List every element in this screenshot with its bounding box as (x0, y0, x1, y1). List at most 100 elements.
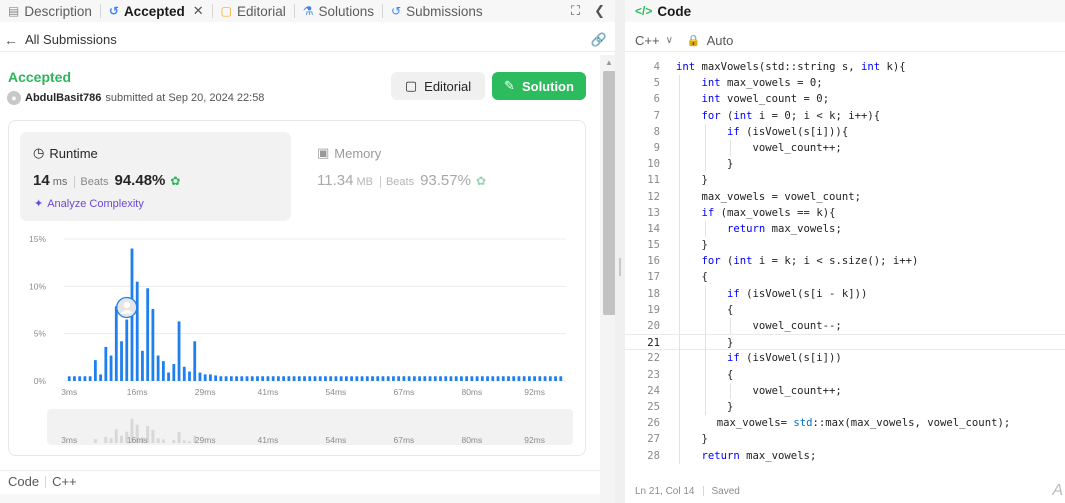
code-line[interactable]: 15} (625, 237, 1065, 254)
all-submissions-link[interactable]: All Submissions (25, 32, 117, 47)
editorial-button[interactable]: ▢ Editorial (391, 72, 485, 100)
overview-bar (177, 432, 181, 443)
editor-status-bar: Ln 21, Col 14 Saved A (625, 481, 1065, 501)
font-size-icon[interactable]: A (1052, 482, 1063, 500)
clock-icon: ◷ (33, 145, 45, 160)
code-line[interactable]: 18 if (isVowel(s[i - k])) (625, 285, 1065, 302)
link-icon[interactable]: 🔗 (591, 32, 607, 48)
code-line[interactable]: 21} (625, 334, 1065, 352)
language-select[interactable]: C++ (635, 33, 660, 48)
histogram-bar (465, 376, 469, 381)
arrow-left-icon[interactable]: ← (4, 32, 18, 48)
histogram-bar (229, 376, 233, 381)
sparkle-icon: ✦ (34, 198, 44, 210)
histogram-bar (360, 376, 364, 381)
y-tick-label: 10% (29, 281, 46, 291)
code-line[interactable]: 12 max_vowels = vowel_count; (625, 188, 1065, 205)
code-line[interactable]: 16 for (int i = k; i < s.size(); i++) (625, 253, 1065, 270)
overview-bar (114, 429, 118, 443)
code-line[interactable]: 6 int vowel_count = 0; (625, 91, 1065, 108)
scroll-up-icon[interactable]: ▲ (605, 58, 613, 67)
histogram-bar (292, 376, 296, 381)
tab-accepted[interactable]: ↺ Accepted ✕ (101, 0, 212, 22)
solution-button-label: Solution (521, 78, 574, 94)
code-line[interactable]: 7 for (int i = 0; i < k; i++){ (625, 107, 1065, 124)
histogram-bar (146, 288, 150, 381)
code-line[interactable]: 14 return max_vowels; (625, 220, 1065, 238)
code-line[interactable]: 11} (625, 172, 1065, 189)
pane-resizer[interactable] (615, 0, 625, 503)
indent-guide (730, 139, 731, 157)
maximize-icon[interactable]: ⛶ (571, 3, 580, 19)
chevron-left-icon[interactable]: ❮ (594, 3, 605, 19)
code-line[interactable]: 19 { (625, 301, 1065, 318)
histogram-bar (177, 321, 181, 381)
code-text: max_vowels = vowel_count; (701, 190, 861, 203)
histogram-bar (386, 376, 390, 381)
code-line[interactable]: 28 return max_vowels; (625, 447, 1065, 464)
tab-submissions[interactable]: ↺ Submissions (383, 0, 491, 22)
tab-label: Accepted (123, 3, 185, 19)
line-number: 4 (653, 61, 660, 73)
auto-format-label[interactable]: Auto (707, 33, 734, 48)
resize-handle[interactable] (619, 258, 621, 276)
clap-icon: ✿ (170, 174, 181, 188)
submission-meta: ● AbdulBasit786 submitted at Sep 20, 202… (7, 91, 264, 105)
line-number: 22 (647, 352, 660, 365)
histogram-bar (120, 341, 123, 381)
code-text: if (max_vowels == k){ (701, 206, 836, 219)
histogram-bar (324, 376, 327, 381)
code-text: if (isVowel(s[i])) (727, 352, 842, 365)
line-number: 24 (647, 384, 660, 397)
code-line[interactable]: 20 vowel_count--; (625, 318, 1065, 335)
tab-editorial[interactable]: ▢ Editorial (213, 0, 294, 22)
code-line[interactable]: 17 { (625, 269, 1065, 286)
solution-button[interactable]: ✎ Solution (492, 72, 586, 100)
indent-guide (679, 75, 680, 92)
histogram-bar (78, 376, 82, 381)
code-line[interactable]: 27} (625, 431, 1065, 448)
code-text: if (isVowel(s[i])){ (727, 125, 849, 138)
user-avatar[interactable]: ● (7, 91, 21, 105)
code-line[interactable]: 8 if (isVowel(s[i])){ (625, 123, 1065, 140)
clap-icon: ✿ (475, 174, 487, 188)
code-line[interactable]: 22 if (isVowel(s[i])) (625, 350, 1065, 367)
chevron-down-icon[interactable]: ∨ (666, 35, 673, 46)
username-link[interactable]: AbdulBasit786 (25, 92, 101, 104)
code-line[interactable]: 4 int maxVowels(std::string s, int k){ (625, 59, 1065, 75)
vertical-scrollbar[interactable]: ▲ (600, 55, 616, 503)
code-line[interactable]: 10} (625, 156, 1065, 173)
histogram-bar (454, 376, 458, 381)
histogram-bar (548, 376, 552, 381)
overview-bar (156, 438, 160, 443)
indent-guide (704, 398, 706, 416)
histogram-bar (282, 376, 286, 381)
tab-solutions[interactable]: ⚗ Solutions (295, 0, 382, 22)
runtime-distribution-chart[interactable]: 15% 10% 5% 0% 3ms 16ms 29ms 41ms 54ms 67ms 80ms 92m… (20, 228, 580, 450)
overview-tick-label: 67ms (393, 435, 414, 445)
code-text: max_vowels= std::max(max_vowels, vowel_c… (716, 417, 1011, 430)
line-number: 25 (647, 400, 660, 413)
code-line[interactable]: 5 int max_vowels = 0; (625, 75, 1065, 92)
book-icon: ▢ (220, 4, 232, 18)
code-editor[interactable]: 4 int maxVowels(std::string s, int k){5 in… (625, 59, 1065, 467)
code-line[interactable]: 13 if (max_vowels == k){ (625, 204, 1065, 221)
x-tick-label: 54ms (326, 387, 347, 397)
close-icon[interactable]: ✕ (193, 3, 204, 19)
histogram-bar (475, 376, 479, 381)
analyze-complexity-button[interactable]: ✦ Analyze Complexity (34, 197, 144, 211)
code-line[interactable]: 23 { (625, 366, 1065, 383)
book-icon: ▢ (404, 78, 418, 93)
line-number: 8 (653, 125, 660, 138)
histogram-bar (188, 371, 191, 381)
tab-description[interactable]: ▤ Description (0, 0, 100, 22)
line-number: 26 (647, 417, 660, 430)
overview-bar (161, 439, 165, 443)
runtime-label: ◷ Runtime (33, 145, 98, 161)
code-line[interactable]: 25} (625, 398, 1065, 416)
memory-label[interactable]: ▣ Memory (317, 145, 381, 161)
code-line[interactable]: 26 max_vowels= std::max(max_vowels, vowel… (625, 415, 1065, 432)
code-line[interactable]: 24 vowel_count++; (625, 382, 1065, 399)
code-line[interactable]: 9 vowel_count++; (625, 139, 1065, 157)
code-text: } (727, 337, 734, 350)
